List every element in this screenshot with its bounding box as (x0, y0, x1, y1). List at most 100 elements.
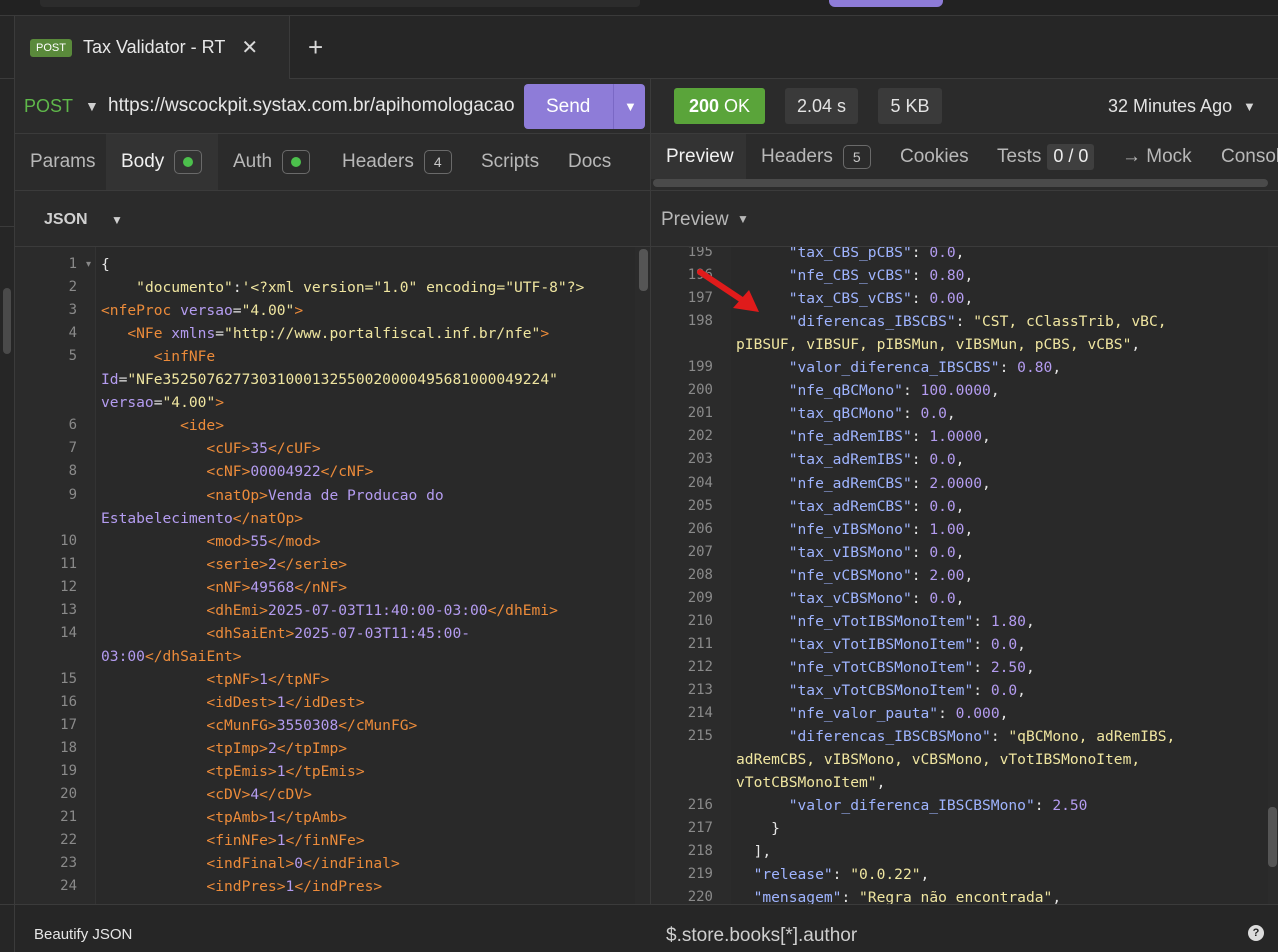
code-token: "nfe_CBS_vCBS" (788, 267, 912, 285)
help-icon[interactable]: ? (1248, 925, 1264, 941)
tab-scripts[interactable]: Scripts (481, 134, 539, 190)
code-line: <cDV>4</cDV> (101, 783, 311, 806)
tab-preview[interactable]: Preview (651, 134, 746, 179)
code-token: , (964, 267, 974, 285)
code-token: : (911, 247, 930, 261)
send-button[interactable]: Send ▼ (524, 84, 645, 129)
body-format-select[interactable]: JSON (44, 211, 88, 229)
code-token: , (964, 566, 974, 584)
chevron-down-icon[interactable]: ▼ (111, 213, 123, 227)
line-number: 219 (687, 866, 713, 883)
beautify-json-button[interactable]: Beautify JSON (34, 926, 132, 943)
code-token: > (215, 394, 225, 412)
line-number: 4 (68, 325, 77, 342)
tab-tests-label: Tests (997, 145, 1042, 167)
code-line: "tax_adRemIBS": 0.0, (736, 448, 965, 471)
code-token: : (832, 866, 851, 884)
code-token: 1.00 (929, 520, 965, 538)
code-token: <mod> (101, 532, 251, 550)
line-number: 209 (687, 589, 713, 606)
tab-cookies[interactable]: Cookies (900, 134, 969, 179)
code-area[interactable]: { "documento":'<?xml version="1.0" encod… (95, 247, 635, 904)
code-token: 00004922 (250, 463, 321, 481)
code-line: "documento":'<?xml version="1.0" encodin… (101, 276, 584, 299)
tab-params[interactable]: Params (30, 134, 95, 190)
code-token: <tpEmis> (101, 763, 277, 781)
fold-chevron-icon[interactable]: ▾ (81, 253, 91, 276)
tab-auth[interactable]: Auth (233, 134, 311, 190)
add-tab-icon[interactable]: + (308, 34, 323, 60)
code-line: { (101, 253, 110, 276)
code-token: "tax_adRemIBS" (788, 451, 912, 469)
tab-tests[interactable]: Tests 0 / 0 (997, 134, 1095, 179)
tab-mock[interactable]: → Mock (1122, 134, 1192, 179)
tab-docs[interactable]: Docs (568, 134, 611, 190)
tab-console[interactable]: Console (1221, 134, 1278, 179)
tabs-scrollbar[interactable] (653, 179, 1268, 187)
request-body-editor[interactable]: 1 2 3 4 5 6 7 8 9 10 11 12 13 14 15 16 17 18 19 20 21 22 23 24 ▾… (15, 247, 650, 904)
code-token: </idDest> (285, 693, 365, 711)
code-line: "nfe_adRemIBS": 1.0000, (736, 425, 991, 448)
top-strip-accent[interactable] (829, 0, 943, 7)
code-line: <indFinal>0</indFinal> (101, 852, 399, 875)
code-line: <serie>2</serie> (101, 553, 347, 576)
method-select[interactable]: POST (24, 96, 73, 117)
editor-scrollbar[interactable] (639, 249, 648, 291)
code-token: : (911, 267, 930, 285)
gutter-divider (0, 226, 15, 227)
tab-headers-label: Headers (342, 151, 414, 172)
code-token: , (920, 866, 930, 884)
code-token: : (911, 520, 930, 538)
code-token: , (1025, 612, 1035, 630)
code-token: "valor_diferenca_IBSCBSMono" (788, 797, 1035, 815)
code-line: "release": "0.0.22", (736, 863, 930, 886)
tab-bar: POST Tax Validator - RT ✕ + (15, 16, 1278, 79)
code-line: "nfe_qBCMono": 100.0000, (736, 379, 1000, 402)
code-line: vTotCBSMonoItem", (736, 771, 885, 794)
code-token: "NFe352507627730310001325500200004956810… (127, 371, 558, 389)
tab-headers[interactable]: Headers 4 (342, 134, 452, 190)
method-badge: POST (30, 38, 72, 57)
chevron-down-icon[interactable]: ▼ (85, 98, 99, 114)
chevron-down-icon[interactable]: ▼ (1243, 99, 1256, 114)
sidebar-scroll-handle[interactable] (3, 288, 11, 354)
code-token: : (1034, 797, 1053, 815)
code-token: "nfe_vTotIBSMonoItem" (788, 612, 974, 630)
response-history[interactable]: 32 Minutes Ago (1108, 96, 1232, 117)
line-number: 16 (60, 693, 77, 710)
chevron-down-icon[interactable]: ▼ (624, 99, 637, 114)
response-time: 2.04 s (785, 88, 858, 124)
request-tab[interactable]: POST Tax Validator - RT ✕ (15, 16, 290, 79)
tab-response-headers-label: Headers (761, 145, 833, 167)
code-line: "tax_vIBSMono": 0.0, (736, 541, 965, 564)
url-input[interactable]: https://wscockpit.systax.com.br/apihomol… (108, 95, 523, 117)
code-line: "valor_diferenca_IBSCBSMono": 2.50 (736, 794, 1088, 817)
code-token: "tax_vCBSMono" (788, 589, 912, 607)
code-line: "diferencas_IBSCBSMono": "qBCMono, adRem… (736, 725, 1176, 748)
line-number: 195 (687, 247, 713, 260)
code-token: 0.0 (929, 451, 956, 469)
tab-body-label: Body (121, 151, 165, 172)
code-token: : (990, 728, 1009, 746)
code-token: 0.80 (929, 267, 965, 285)
code-token: "4.00" (162, 394, 216, 412)
response-preview[interactable]: 1951961971981992002012022032042052062072… (651, 247, 1278, 904)
code-area[interactable]: "tax_CBS_pCBS": 0.0, "nfe_CBS_vCBS": 0.8… (731, 247, 1268, 904)
tab-response-headers[interactable]: Headers 5 (761, 134, 871, 179)
preview-mode-select[interactable]: Preview (661, 209, 729, 231)
response-filter-input[interactable]: $.store.books[*].author (666, 925, 857, 947)
code-token: <cNF> (101, 463, 251, 481)
code-token: "nfe_qBCMono" (788, 382, 903, 400)
status-dot-icon (174, 150, 203, 174)
preview-scrollbar[interactable] (1268, 807, 1277, 867)
code-line: "nfe_vCBSMono": 2.00, (736, 564, 974, 587)
code-token: xmlns (171, 325, 216, 343)
code-line: "nfe_vTotCBSMonoItem": 2.50, (736, 656, 1035, 679)
line-number: 6 (68, 417, 77, 434)
tab-body[interactable]: Body (106, 134, 218, 190)
close-icon[interactable]: ✕ (241, 35, 258, 60)
code-token: <cDV> (101, 786, 251, 804)
chevron-down-icon[interactable]: ▼ (737, 212, 749, 226)
